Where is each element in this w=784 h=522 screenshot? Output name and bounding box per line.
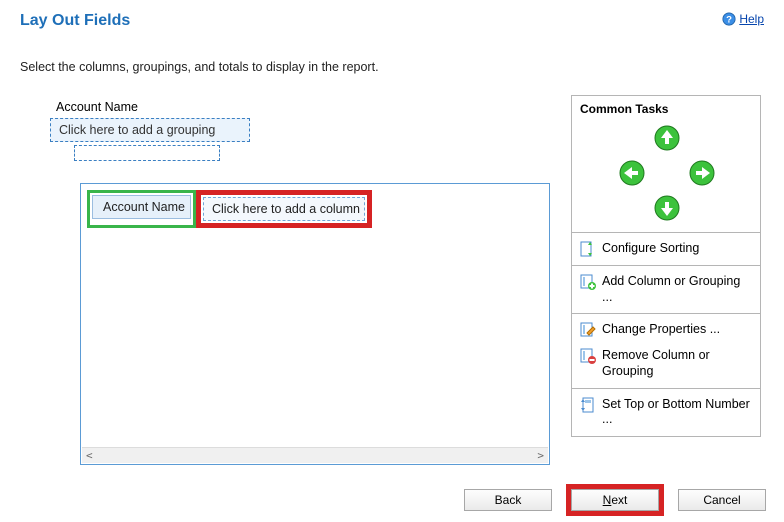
task-change-properties[interactable]: Change Properties ... [576,320,756,340]
highlight-account-name-column: Account Name [87,190,196,228]
horizontal-scrollbar[interactable]: < > [82,447,548,463]
tasks-section-add: Add Column or Grouping ... [572,265,760,313]
report-canvas: Account Name Click here to add a column … [80,183,550,465]
task-label: Remove Column or Grouping [602,348,752,379]
common-tasks-panel: Common Tasks Configure Sorting Add Colum… [571,95,761,437]
page-title: Lay Out Fields [20,12,130,30]
remove-column-icon [580,348,596,364]
tasks-section-edit: Change Properties ... Remove Column or G… [572,313,760,387]
intro-text: Select the columns, groupings, and total… [20,60,764,74]
back-button[interactable]: Back [464,489,552,511]
common-tasks-title: Common Tasks [572,96,760,122]
task-remove-column-grouping[interactable]: Remove Column or Grouping [576,346,756,381]
tasks-section-topbottom: Set Top or Bottom Number ... [572,388,760,436]
task-set-top-bottom-number[interactable]: Set Top or Bottom Number ... [576,395,756,430]
field-label-account-name: Account Name [56,100,550,114]
cancel-button[interactable]: Cancel [678,489,766,511]
grouping-placeholder[interactable]: Click here to add a grouping [50,118,250,142]
move-up-button[interactable] [653,124,681,152]
task-label: Add Column or Grouping ... [602,274,752,305]
sort-icon [580,241,596,257]
svg-text:?: ? [726,15,732,26]
move-right-button[interactable] [688,159,716,187]
help-link[interactable]: ? Help [722,12,764,26]
wizard-page: Lay Out Fields ? Help Select the columns… [0,0,784,522]
cancel-label: Cancel [703,493,740,507]
back-label: Back [495,493,522,507]
help-icon: ? [722,12,736,26]
move-left-button[interactable] [618,159,646,187]
move-down-button[interactable] [653,194,681,222]
next-button[interactable]: Next [571,489,659,511]
task-configure-sorting[interactable]: Configure Sorting [576,239,756,259]
task-label: Change Properties ... [602,322,752,338]
scroll-right-icon[interactable]: > [537,449,544,462]
tasks-section-sorting: Configure Sorting [572,232,760,265]
arrow-pad [572,122,760,232]
grouping-empty-slot[interactable] [74,145,220,161]
layout-area: Account Name Click here to add a groupin… [50,100,550,465]
highlight-add-column: Click here to add a column [196,190,372,228]
column-account-name[interactable]: Account Name [92,195,191,219]
next-label: Next [603,493,628,507]
properties-icon [580,322,596,338]
help-label: Help [739,12,764,26]
column-header-row: Account Name Click here to add a column [81,184,549,228]
add-column-icon [580,274,596,290]
titlebar: Lay Out Fields ? Help [20,12,764,30]
top-bottom-icon [580,397,596,413]
scroll-left-icon[interactable]: < [86,449,93,462]
add-column-placeholder[interactable]: Click here to add a column [203,197,365,221]
task-label: Configure Sorting [602,241,752,257]
task-add-column-grouping[interactable]: Add Column or Grouping ... [576,272,756,307]
task-label: Set Top or Bottom Number ... [602,397,752,428]
highlight-next-button: Next [566,484,664,516]
wizard-button-bar: Back Next Cancel [464,484,766,516]
